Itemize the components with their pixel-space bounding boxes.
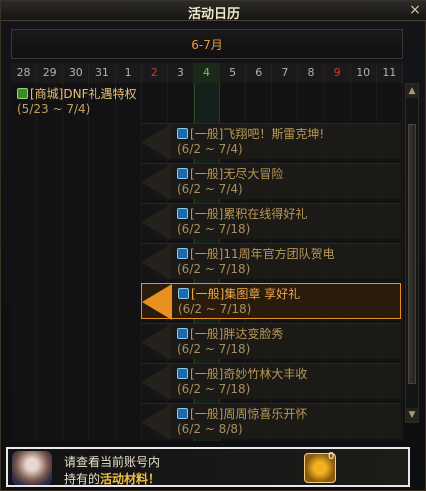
date-cell: 8 xyxy=(298,63,325,83)
event-list: [商城]DNF礼遇特权 (5/23 ~ 7/4) [一般]飞翔吧！斯雷克坤! (6/2… xyxy=(11,83,403,441)
event-item[interactable]: [商城]DNF礼遇特权 (5/23 ~ 7/4) xyxy=(17,87,217,123)
event-name: [一般]11周年官方团队贺电 xyxy=(190,247,335,261)
event-item[interactable]: [一般]胖达变脸秀 (6/2 ~ 7/18) xyxy=(141,323,401,360)
date-cell: 31 xyxy=(89,63,116,83)
mall-icon xyxy=(17,88,28,99)
date-cell: 6 xyxy=(246,63,273,83)
date-cell: 11 xyxy=(376,63,403,83)
date-cell: 30 xyxy=(63,63,90,83)
event-name: [一般]累积在线得好礼 xyxy=(190,207,308,221)
event-icon xyxy=(177,128,188,139)
event-item[interactable]: [一般]无尽大冒险 (6/2 ~ 7/4) xyxy=(141,163,401,200)
event-item-selected[interactable]: [一般]集图章 享好礼 (6/2 ~ 7/18) xyxy=(141,283,401,320)
event-arrow xyxy=(142,284,172,320)
event-icon xyxy=(177,408,188,419)
scroll-up-icon[interactable]: ▲ xyxy=(406,84,418,98)
event-range: (6/2 ~ 7/4) xyxy=(177,182,243,196)
date-cell: 3 xyxy=(167,63,194,83)
scrollbar[interactable]: ▲ ▼ xyxy=(405,83,419,423)
event-item[interactable]: [一般]飞翔吧！斯雷克坤! (6/2 ~ 7/4) xyxy=(141,123,401,160)
event-arrow xyxy=(141,364,171,400)
material-hint-bar: 请查看当前账号内 持有的活动材料！ 0 xyxy=(6,447,410,487)
event-range: (6/2 ~ 8/8) xyxy=(177,422,243,436)
event-icon xyxy=(177,208,188,219)
event-range: (6/2 ~ 7/18) xyxy=(177,382,251,396)
date-cell: 2 xyxy=(141,63,168,83)
event-item[interactable]: [一般]累积在线得好礼 (6/2 ~ 7/18) xyxy=(141,203,401,240)
event-name: [一般]集图章 享好礼 xyxy=(191,287,301,301)
hint-line-2-highlight: 活动材料！ xyxy=(100,472,161,486)
event-icon xyxy=(177,368,188,379)
event-item[interactable]: [一般]奇妙竹林大丰收 (6/2 ~ 7/18) xyxy=(141,363,401,400)
date-cell: 29 xyxy=(37,63,64,83)
event-range: (6/2 ~ 7/18) xyxy=(178,302,252,316)
event-item[interactable]: [一般]11周年官方团队贺电 (6/2 ~ 7/18) xyxy=(141,243,401,280)
event-name: [一般]无尽大冒险 xyxy=(190,167,284,181)
event-arrow xyxy=(141,164,171,200)
hint-line-2-prefix: 持有的 xyxy=(64,472,101,486)
event-range: (5/23 ~ 7/4) xyxy=(17,102,91,116)
month-header: 6-7月 xyxy=(11,29,403,59)
hint-line-2: 持有的活动材料！ xyxy=(64,470,160,487)
material-count: 0 xyxy=(328,451,335,462)
scroll-thumb[interactable] xyxy=(408,124,416,384)
window-title: 活动日历 xyxy=(187,7,240,22)
event-range: (6/2 ~ 7/18) xyxy=(177,222,251,236)
character-avatar xyxy=(12,451,52,485)
event-icon xyxy=(178,288,189,299)
event-arrow xyxy=(141,244,171,280)
activity-calendar-window: 活动日历 × 6-7月 28 29 30 31 1 2 3 4 5 6 7 8 9 10 11 [商城]DN… xyxy=(0,0,426,491)
date-cell: 9 xyxy=(324,63,351,83)
event-arrow xyxy=(141,124,171,160)
date-cell: 1 xyxy=(115,63,142,83)
event-arrow xyxy=(141,324,171,360)
event-icon xyxy=(177,168,188,179)
event-range: (6/2 ~ 7/18) xyxy=(177,342,251,356)
close-icon[interactable]: × xyxy=(407,2,423,18)
date-cell: 5 xyxy=(220,63,247,83)
event-icon xyxy=(177,248,188,259)
event-range: (6/2 ~ 7/4) xyxy=(177,142,243,156)
title-bar[interactable]: 活动日历 × xyxy=(1,1,426,22)
event-name: [一般]奇妙竹林大丰收 xyxy=(190,367,308,381)
event-name: [一般]飞翔吧！斯雷克坤! xyxy=(190,127,325,141)
event-name: [一般]周周惊喜乐开怀 xyxy=(190,407,308,421)
event-arrow xyxy=(141,404,171,440)
event-range: (6/2 ~ 7/18) xyxy=(177,262,251,276)
date-cell: 4 xyxy=(193,63,220,83)
event-arrow xyxy=(141,204,171,240)
date-cell: 10 xyxy=(350,63,377,83)
date-cell: 28 xyxy=(11,63,38,83)
event-name: [一般]胖达变脸秀 xyxy=(190,327,284,341)
event-item[interactable]: [一般]周周惊喜乐开怀 (6/2 ~ 8/8) xyxy=(141,403,401,440)
event-name: [商城]DNF礼遇特权 xyxy=(30,87,137,101)
hint-line-1: 请查看当前账号内 xyxy=(64,455,161,469)
scroll-down-icon[interactable]: ▼ xyxy=(406,408,418,422)
event-icon xyxy=(177,328,188,339)
date-header-row: 28 29 30 31 1 2 3 4 5 6 7 8 9 10 11 xyxy=(11,63,403,83)
date-cell: 7 xyxy=(272,63,299,83)
